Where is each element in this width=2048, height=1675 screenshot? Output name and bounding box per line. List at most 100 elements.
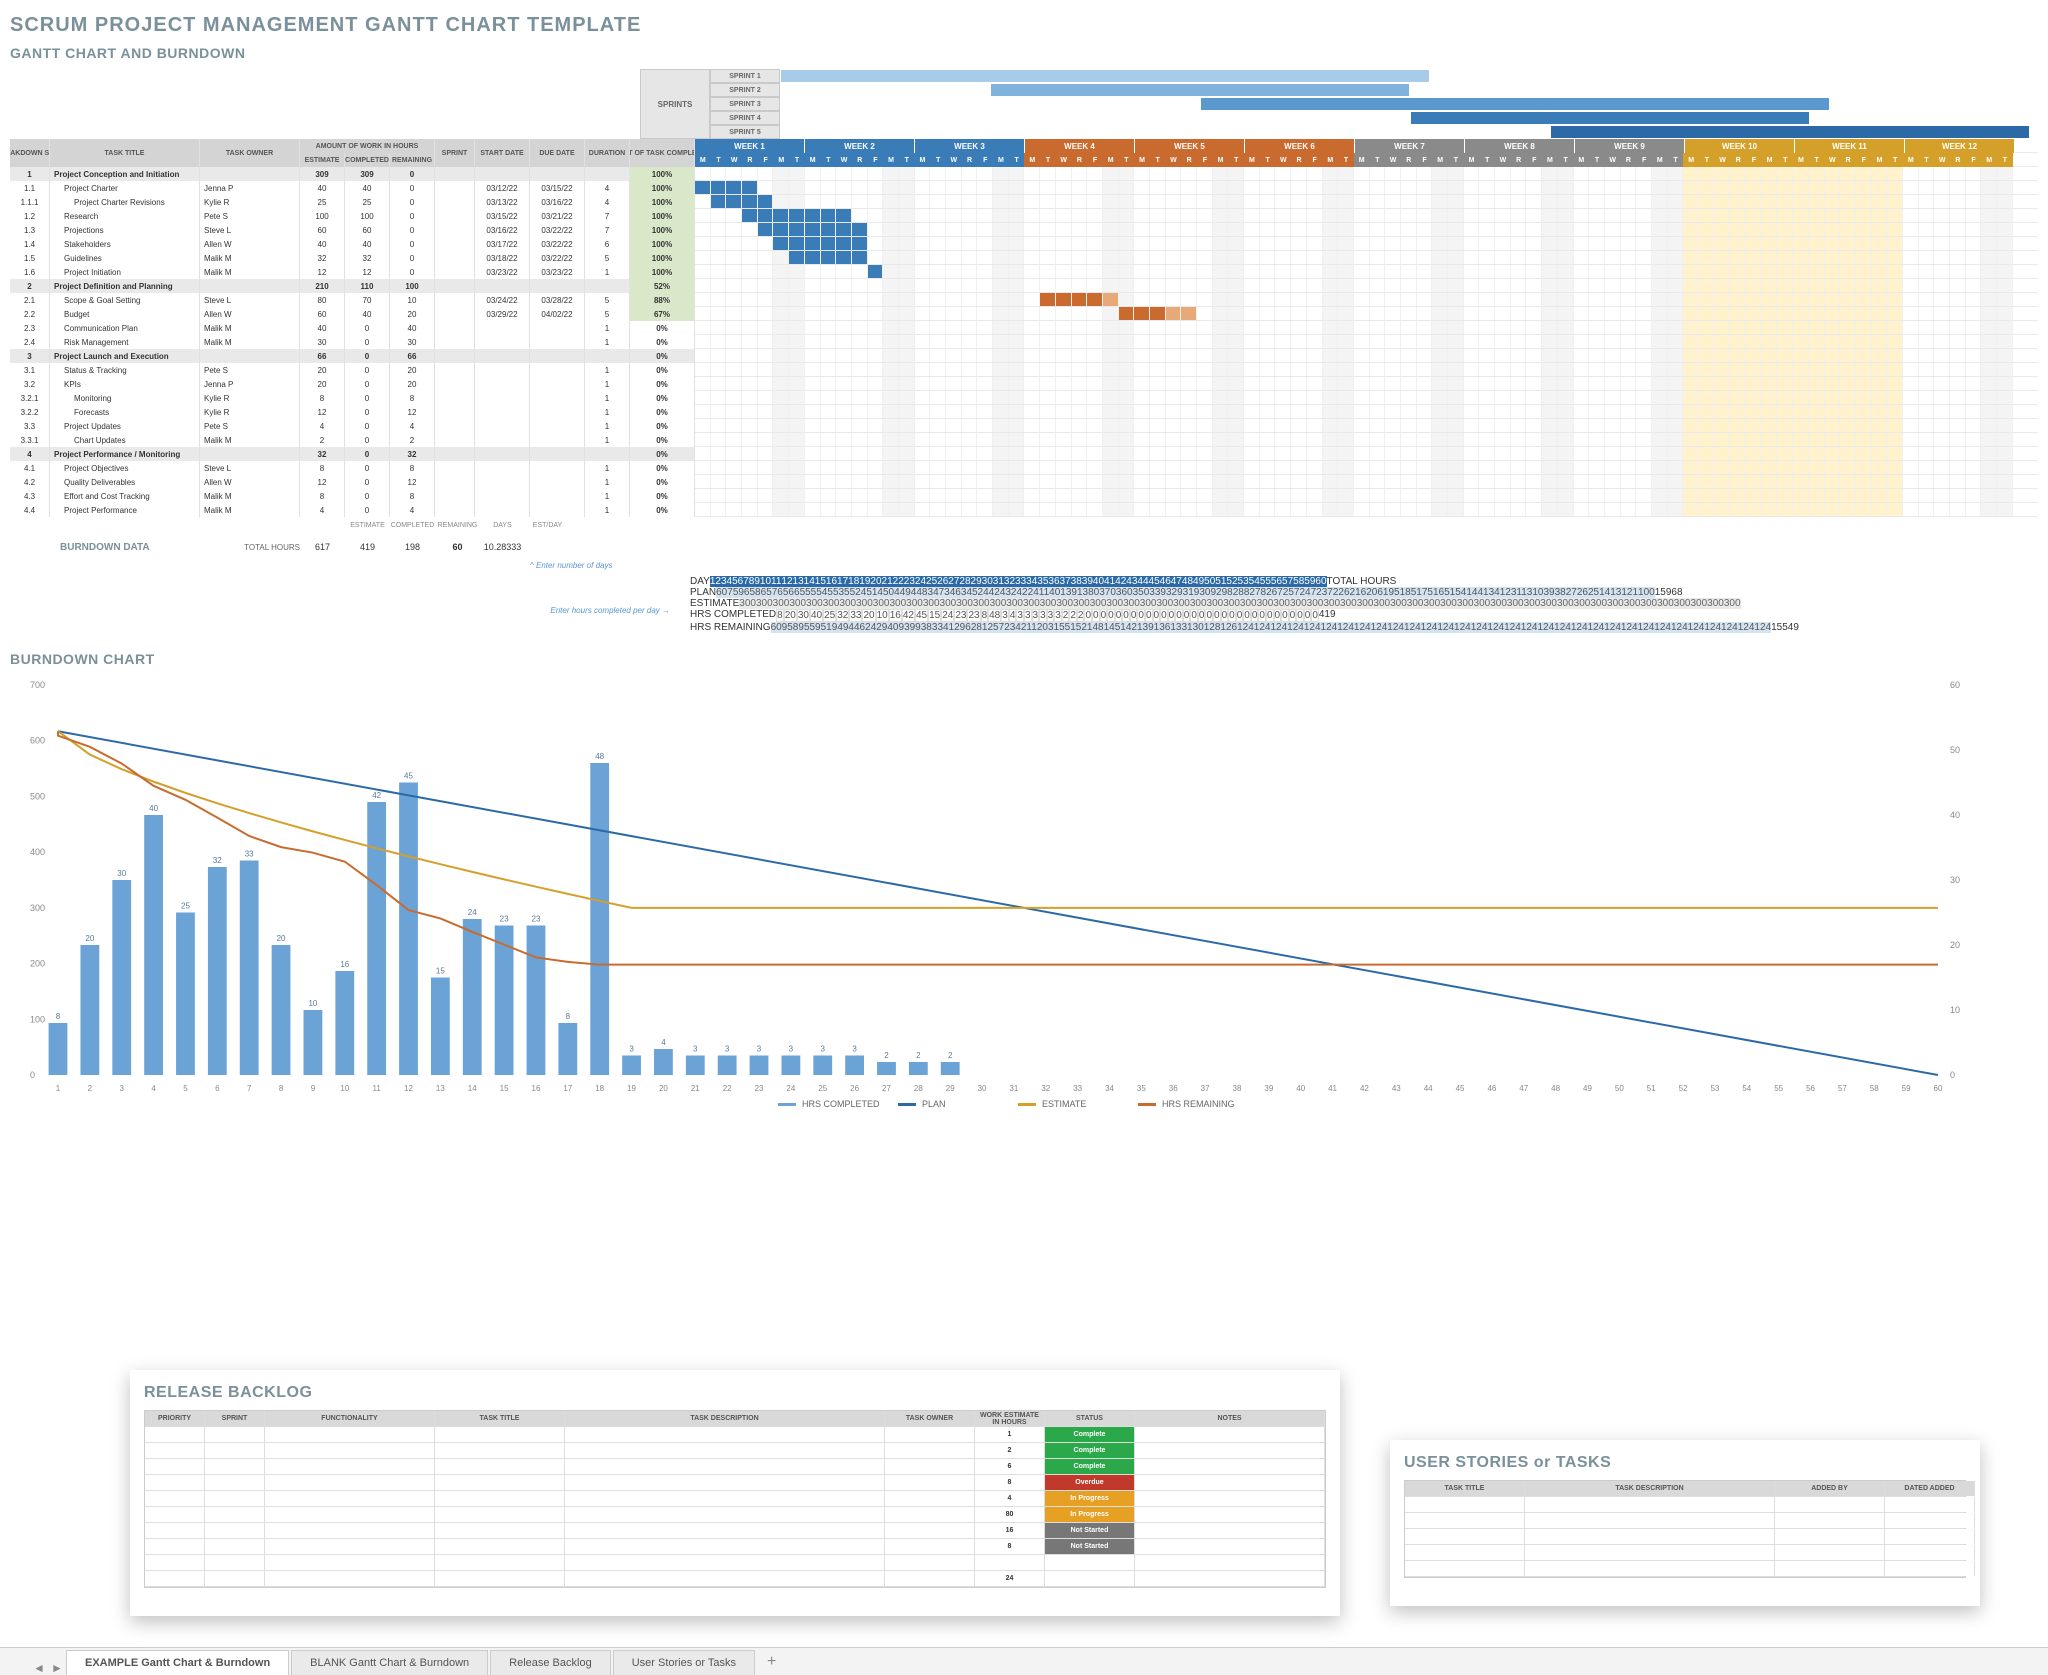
story-row[interactable] [1405, 1561, 1965, 1577]
svg-text:30: 30 [117, 869, 126, 878]
sprint-tag: SPRINT 4 [710, 111, 780, 125]
svg-text:29: 29 [946, 1084, 955, 1093]
task-row[interactable]: 4.4 Project Performance Malik M 4 0 4 1 … [10, 503, 2038, 517]
svg-text:20: 20 [85, 934, 94, 943]
backlog-row[interactable]: 4In Progress [145, 1491, 1325, 1507]
task-row[interactable]: 3.2.2 Forecasts Kylie R 12 0 12 1 0% [10, 405, 2038, 419]
svg-text:0: 0 [30, 1070, 35, 1080]
svg-text:34: 34 [1105, 1084, 1114, 1093]
svg-text:42: 42 [372, 791, 381, 800]
svg-text:42: 42 [1360, 1084, 1369, 1093]
svg-text:37: 37 [1201, 1084, 1210, 1093]
svg-text:8: 8 [279, 1084, 284, 1093]
svg-text:4: 4 [151, 1084, 156, 1093]
burndown-data-label: BURNDOWN DATA [10, 542, 200, 553]
svg-text:58: 58 [1870, 1084, 1879, 1093]
task-row[interactable]: 1.1.1 Project Charter Revisions Kylie R … [10, 195, 2038, 209]
svg-text:55: 55 [1774, 1084, 1783, 1093]
task-row[interactable]: 2.2 Budget Allen W 60 40 20 03/29/22 04/… [10, 307, 2038, 321]
backlog-row[interactable]: 2Complete [145, 1443, 1325, 1459]
nav-prev-icon[interactable]: ◄ [30, 1661, 48, 1675]
burndown-data-table: DAY1234567891011121314151617181920212223… [690, 576, 1799, 633]
backlog-row[interactable]: 80In Progress [145, 1507, 1325, 1523]
backlog-row[interactable]: 8Not Started [145, 1539, 1325, 1555]
task-row[interactable]: 1 Project Conception and Initiation 309 … [10, 167, 2038, 181]
task-row[interactable]: 3.3 Project Updates Pete S 4 0 4 1 0% [10, 419, 2038, 433]
svg-text:16: 16 [340, 960, 349, 969]
backlog-row[interactable]: 6Complete [145, 1459, 1325, 1475]
svg-text:HRS REMAINING: HRS REMAINING [1162, 1099, 1235, 1109]
svg-text:45: 45 [1456, 1084, 1465, 1093]
story-row[interactable] [1405, 1513, 1965, 1529]
task-row[interactable]: 1.2 Research Pete S 100 100 0 03/15/22 0… [10, 209, 2038, 223]
svg-text:23: 23 [755, 1084, 764, 1093]
task-row[interactable]: 1.3 Projections Steve L 60 60 0 03/16/22… [10, 223, 2038, 237]
story-row[interactable] [1405, 1545, 1965, 1561]
task-row[interactable]: 3.3.1 Chart Updates Malik M 2 0 2 1 0% [10, 433, 2038, 447]
task-row[interactable]: 2.4 Risk Management Malik M 30 0 30 1 0% [10, 335, 2038, 349]
task-row[interactable]: 3.2.1 Monitoring Kylie R 8 0 8 1 0% [10, 391, 2038, 405]
svg-text:41: 41 [1328, 1084, 1337, 1093]
sheet-tab[interactable]: User Stories or Tasks [613, 1650, 755, 1675]
svg-text:31: 31 [1009, 1084, 1018, 1093]
task-row[interactable]: 2.3 Communication Plan Malik M 40 0 40 1… [10, 321, 2038, 335]
svg-text:53: 53 [1710, 1084, 1719, 1093]
backlog-row[interactable]: 8Overdue [145, 1475, 1325, 1491]
story-row[interactable] [1405, 1529, 1965, 1545]
task-row[interactable]: 3.1 Status & Tracking Pete S 20 0 20 1 0… [10, 363, 2038, 377]
svg-text:300: 300 [30, 903, 45, 913]
burndown-chart: 0100200300400500600700010203040506012345… [28, 675, 2038, 1158]
sheet-tab[interactable]: BLANK Gantt Chart & Burndown [291, 1650, 488, 1675]
task-row[interactable]: 1.5 Guidelines Malik M 32 32 0 03/18/22 … [10, 251, 2038, 265]
backlog-row[interactable]: 1Complete [145, 1427, 1325, 1443]
hint-days: ^ Enter number of days [530, 561, 2038, 570]
svg-text:35: 35 [1137, 1084, 1146, 1093]
svg-text:20: 20 [1950, 940, 1960, 950]
svg-text:7: 7 [247, 1084, 252, 1093]
svg-text:19: 19 [627, 1084, 636, 1093]
svg-text:2: 2 [88, 1084, 93, 1093]
hint-hrs: Enter hours completed per day → [10, 570, 670, 633]
svg-text:40: 40 [149, 804, 158, 813]
add-sheet-button[interactable]: + [757, 1649, 786, 1675]
svg-text:1: 1 [56, 1084, 61, 1093]
svg-text:26: 26 [850, 1084, 859, 1093]
svg-text:3: 3 [852, 1045, 857, 1054]
nav-next-icon[interactable]: ► [48, 1661, 66, 1675]
svg-text:2: 2 [884, 1051, 889, 1060]
sprint-legend: SPRINTS SPRINT 1SPRINT 2SPRINT 3SPRINT 4… [640, 69, 2038, 139]
task-row[interactable]: 4.3 Effort and Cost Tracking Malik M 8 0… [10, 489, 2038, 503]
svg-text:700: 700 [30, 680, 45, 690]
task-row[interactable]: 2 Project Definition and Planning 210 11… [10, 279, 2038, 293]
task-row[interactable]: 4.1 Project Objectives Steve L 8 0 8 1 0… [10, 461, 2038, 475]
svg-text:14: 14 [468, 1084, 477, 1093]
svg-text:30: 30 [1950, 875, 1960, 885]
task-row[interactable]: 3 Project Launch and Execution 66 0 66 0… [10, 349, 2038, 363]
svg-text:3: 3 [120, 1084, 125, 1093]
backlog-row[interactable]: 24 [145, 1571, 1325, 1587]
sprint-tag: SPRINT 2 [710, 83, 780, 97]
task-row[interactable]: 2.1 Scope & Goal Setting Steve L 80 70 1… [10, 293, 2038, 307]
svg-text:3: 3 [757, 1045, 762, 1054]
svg-text:32: 32 [213, 856, 222, 865]
task-row[interactable]: 1.4 Stakeholders Allen W 40 40 0 03/17/2… [10, 237, 2038, 251]
svg-text:33: 33 [1073, 1084, 1082, 1093]
svg-text:60: 60 [1934, 1084, 1943, 1093]
svg-text:25: 25 [181, 902, 190, 911]
svg-text:43: 43 [1392, 1084, 1401, 1093]
svg-text:13: 13 [436, 1084, 445, 1093]
task-row[interactable]: 1.6 Project Initiation Malik M 12 12 0 0… [10, 265, 2038, 279]
page-title: SCRUM PROJECT MANAGEMENT GANTT CHART TEM… [10, 14, 2038, 37]
task-row[interactable]: 4 Project Performance / Monitoring 32 0 … [10, 447, 2038, 461]
story-row[interactable] [1405, 1497, 1965, 1513]
svg-text:47: 47 [1519, 1084, 1528, 1093]
task-row[interactable]: 1.1 Project Charter Jenna P 40 40 0 03/1… [10, 181, 2038, 195]
task-row[interactable]: 4.2 Quality Deliverables Allen W 12 0 12… [10, 475, 2038, 489]
sheet-tab[interactable]: EXAMPLE Gantt Chart & Burndown [66, 1650, 289, 1675]
backlog-row[interactable] [145, 1555, 1325, 1571]
sheet-tab[interactable]: Release Backlog [490, 1650, 611, 1675]
backlog-row[interactable]: 16Not Started [145, 1523, 1325, 1539]
svg-text:100: 100 [30, 1014, 45, 1024]
task-row[interactable]: 3.2 KPIs Jenna P 20 0 20 1 0% [10, 377, 2038, 391]
svg-text:10: 10 [308, 999, 317, 1008]
